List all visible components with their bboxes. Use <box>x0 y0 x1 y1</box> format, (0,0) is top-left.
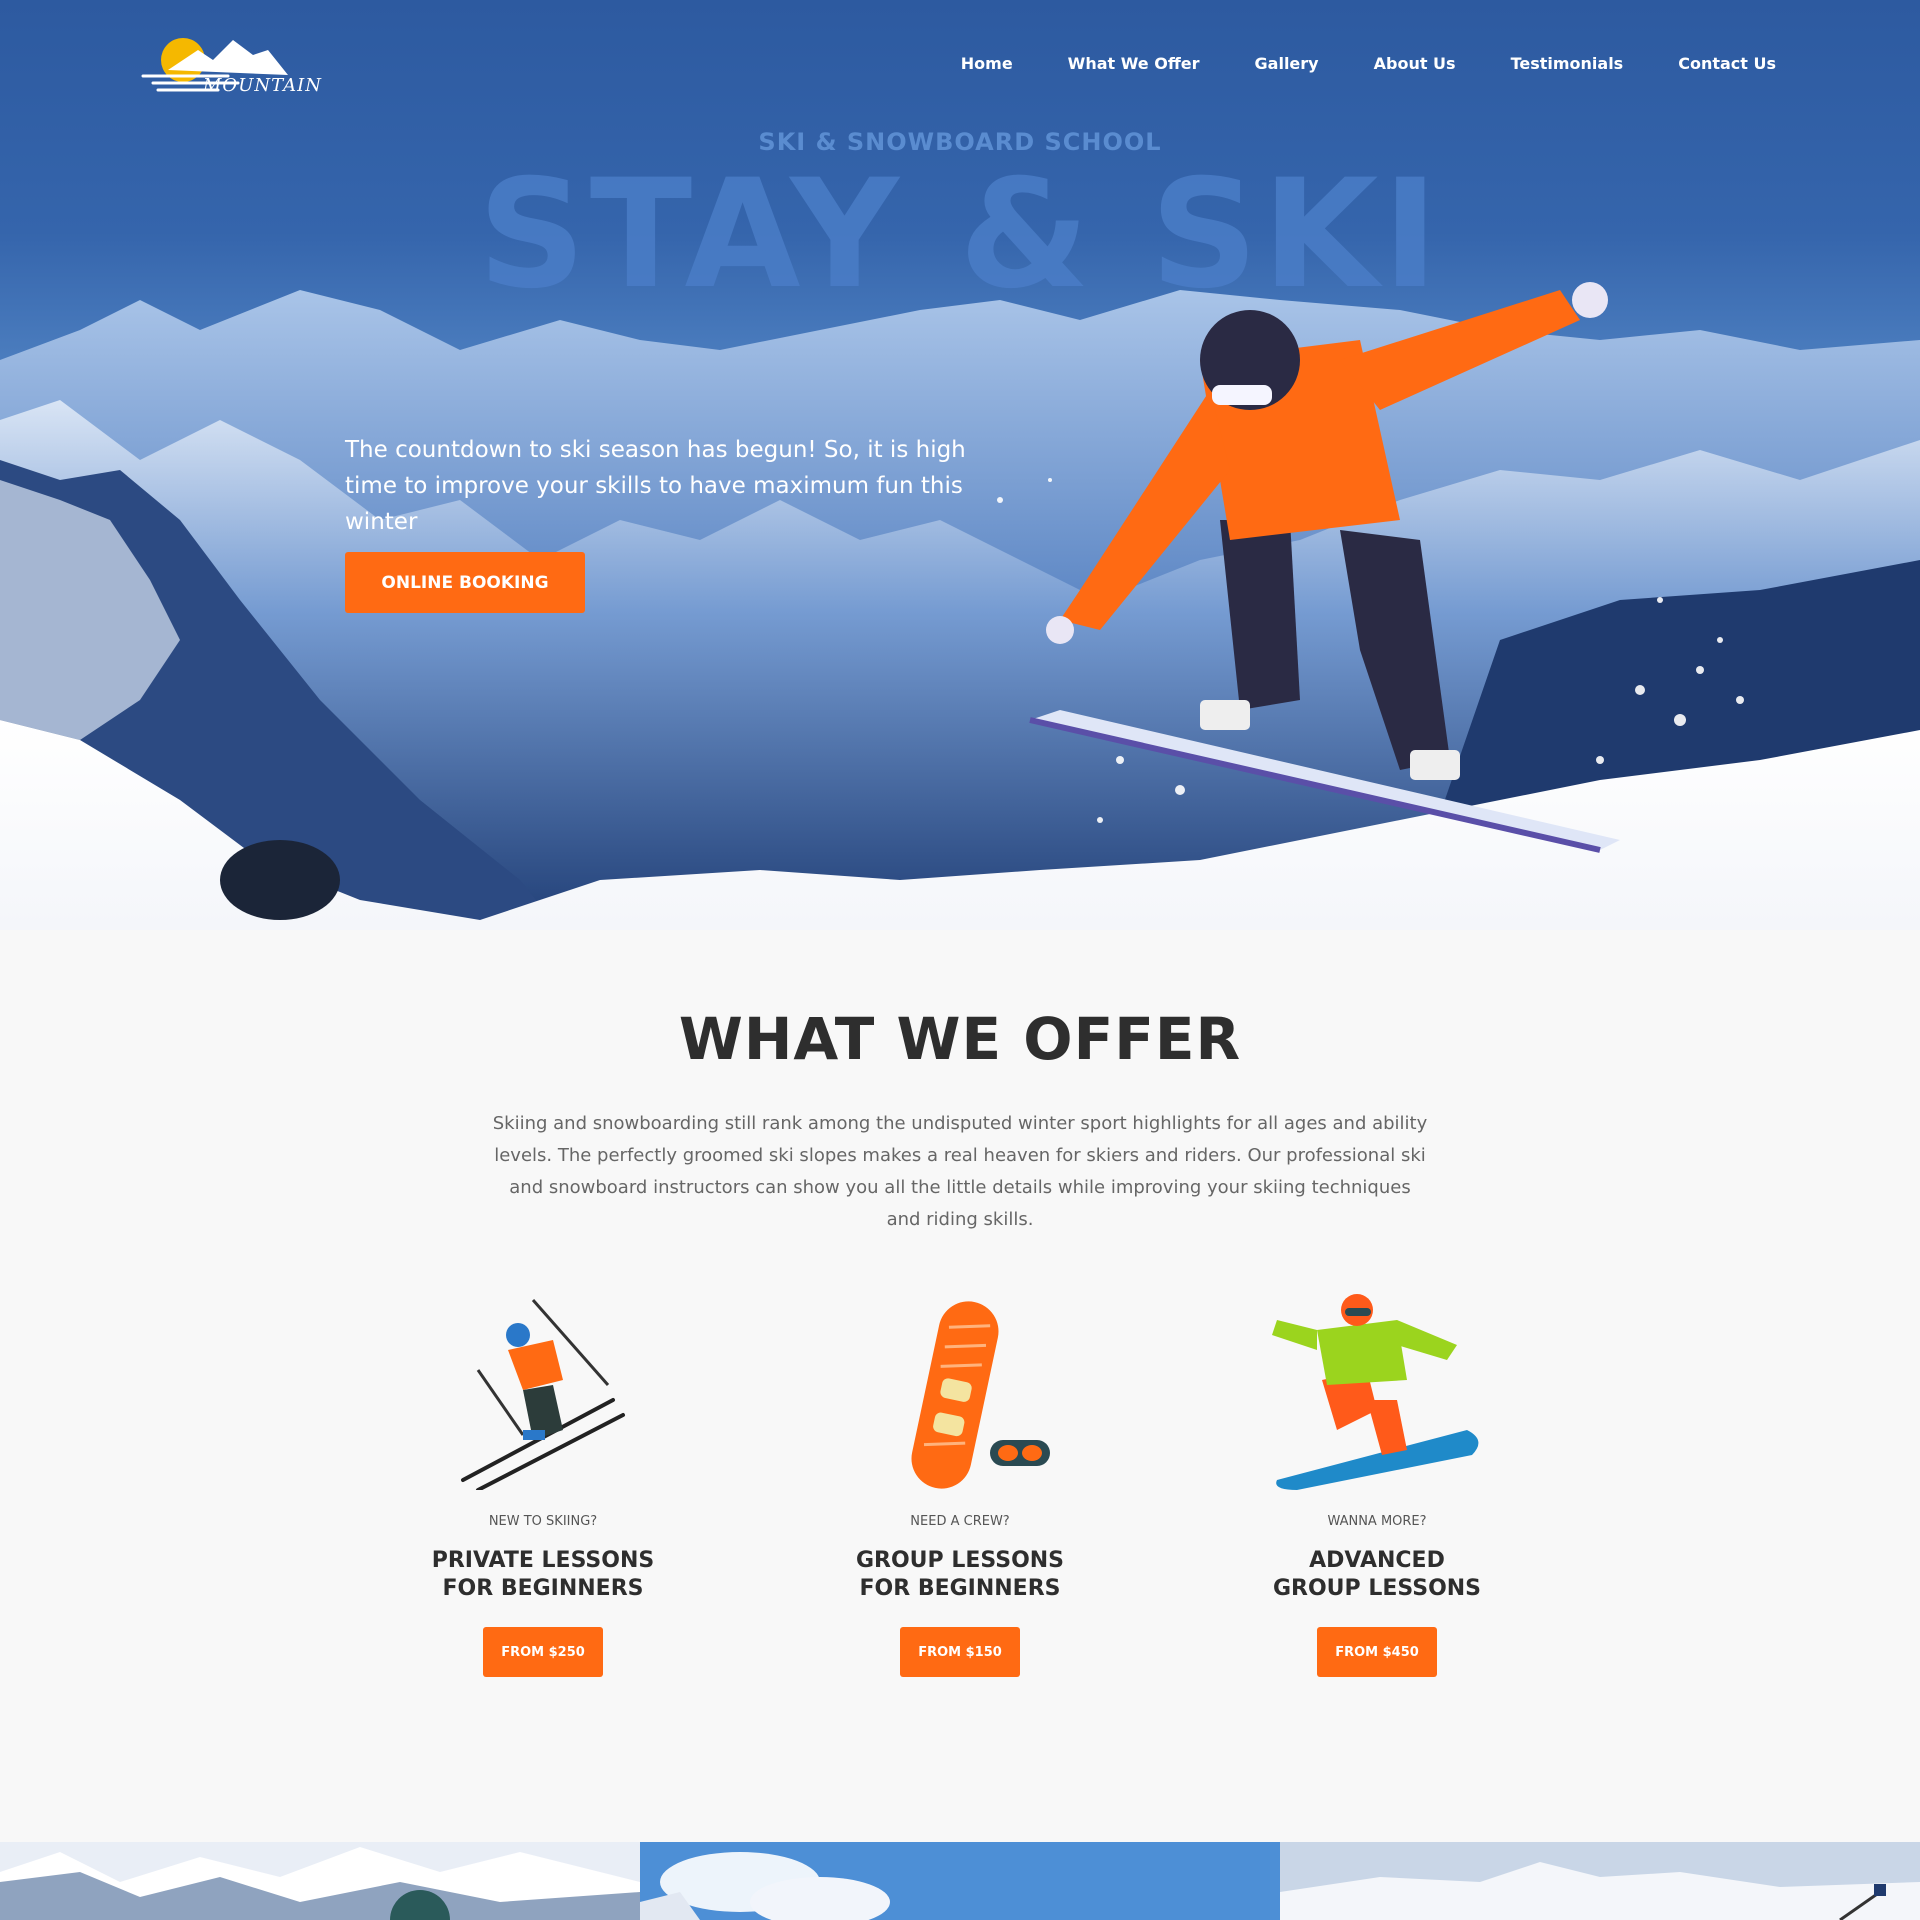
offer-title: WHAT WE OFFER <box>678 1005 1242 1073</box>
price-button[interactable]: FROM $450 <box>1317 1627 1437 1677</box>
hero-section: MOUNTAIN Home What We Offer Gallery Abou… <box>0 0 1920 930</box>
brand-name: MOUNTAIN <box>203 75 322 96</box>
nav-about-us[interactable]: About Us <box>1374 54 1456 73</box>
hero-title: STAY & SKI <box>477 148 1443 322</box>
card-kicker: NEED A CREW? <box>910 1514 1010 1529</box>
nav-home[interactable]: Home <box>961 54 1013 73</box>
main-nav: Home What We Offer Gallery About Us Test… <box>906 54 1776 73</box>
offer-card-private: NEW TO SKIING? PRIVATE LESSONS FOR BEGIN… <box>383 1290 703 1677</box>
card-kicker: WANNA MORE? <box>1327 1514 1427 1529</box>
offer-card-group: NEED A CREW? GROUP LESSONS FOR BEGINNERS… <box>800 1290 1120 1677</box>
gallery-photo[interactable] <box>0 1842 640 1920</box>
card-title: GROUP LESSONS FOR BEGINNERS <box>855 1548 1065 1601</box>
card-kicker: NEW TO SKIING? <box>488 1514 598 1529</box>
snowboard-goggles-icon <box>911 1301 1050 1489</box>
gallery-photo[interactable] <box>1280 1842 1920 1920</box>
price-button[interactable]: FROM $250 <box>483 1627 603 1677</box>
nav-testimonials[interactable]: Testimonials <box>1511 54 1624 73</box>
price-button[interactable]: FROM $150 <box>900 1627 1020 1677</box>
card-title: PRIVATE LESSONS FOR BEGINNERS <box>431 1548 655 1601</box>
offer-card-advanced: WANNA MORE? ADVANCED GROUP LESSONS FROM … <box>1217 1290 1537 1677</box>
offer-description: Skiing and snowboarding still rank among… <box>492 1113 1428 1230</box>
skier-icon <box>461 1299 625 1490</box>
gallery-strip <box>0 1842 1920 1920</box>
snowboarder-icon <box>1272 1294 1479 1490</box>
nav-gallery[interactable]: Gallery <box>1255 54 1319 73</box>
gallery-photo[interactable] <box>640 1842 1280 1920</box>
hero-text: The countdown to ski season has begun! S… <box>345 437 966 535</box>
card-title: ADVANCED GROUP LESSONS <box>1272 1548 1482 1601</box>
nav-contact-us[interactable]: Contact Us <box>1678 54 1776 73</box>
online-booking-button[interactable]: ONLINE BOOKING <box>345 552 585 613</box>
nav-what-we-offer[interactable]: What We Offer <box>1068 54 1200 73</box>
